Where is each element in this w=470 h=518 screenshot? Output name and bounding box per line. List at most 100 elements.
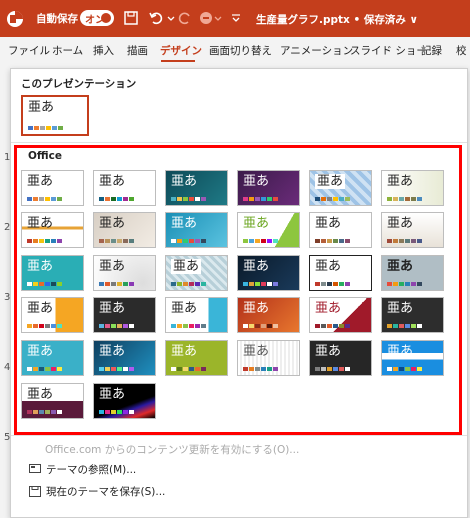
theme-thumb-26[interactable]: 亜あ bbox=[93, 340, 156, 376]
theme-thumb-15[interactable]: 亜あ bbox=[165, 255, 228, 291]
color-swatches bbox=[387, 282, 422, 286]
tab-design[interactable]: デザイン bbox=[160, 43, 202, 58]
theme-thumb-17[interactable]: 亜あ bbox=[309, 255, 372, 291]
tab-draw[interactable]: 描画 bbox=[127, 43, 148, 58]
theme-thumb-21[interactable]: 亜あ bbox=[165, 297, 228, 333]
color-swatches bbox=[243, 282, 278, 286]
toggle-knob bbox=[101, 13, 111, 23]
thumb-text: 亜あ bbox=[99, 344, 126, 359]
divider bbox=[11, 435, 467, 436]
theme-thumb-4[interactable]: 亜あ bbox=[237, 170, 300, 206]
color-swatches bbox=[387, 324, 422, 328]
thumb-text: 亜あ bbox=[27, 344, 54, 359]
theme-thumb-28[interactable]: 亜あ bbox=[237, 340, 300, 376]
thumb-text: 亜あ bbox=[387, 301, 414, 316]
document-title[interactable]: 生産量グラフ.pptx • 保存済み ∨ bbox=[256, 12, 418, 27]
thumb-text: 亜あ bbox=[27, 216, 54, 231]
theme-thumb-24[interactable]: 亜あ bbox=[381, 297, 444, 333]
save-icon[interactable] bbox=[122, 9, 140, 27]
color-swatches bbox=[315, 239, 350, 243]
theme-thumb-12[interactable]: 亜あ bbox=[381, 212, 444, 248]
thumb-text: 亜あ bbox=[243, 301, 270, 316]
thumb-text: 亜あ bbox=[171, 216, 198, 231]
tab-record[interactable]: 記録 bbox=[421, 43, 442, 58]
format-dropdown-icon[interactable] bbox=[213, 9, 223, 27]
thumb-text: 亜あ bbox=[171, 344, 198, 359]
thumb-text: 亜あ bbox=[243, 344, 270, 359]
browse-themes-item[interactable]: テーマの参照(M)... bbox=[29, 462, 136, 477]
theme-thumb-14[interactable]: 亜あ bbox=[93, 255, 156, 291]
undo-dropdown-icon[interactable] bbox=[166, 9, 176, 27]
color-swatches bbox=[27, 239, 62, 243]
theme-thumb-6[interactable]: 亜あ bbox=[381, 170, 444, 206]
thumb-text: 亜あ bbox=[243, 216, 270, 231]
theme-thumb-27[interactable]: 亜あ bbox=[165, 340, 228, 376]
thumb-text: 亜あ bbox=[171, 301, 198, 316]
tab-transitions[interactable]: 画面切り替え bbox=[209, 43, 272, 58]
color-swatches bbox=[315, 197, 350, 201]
color-swatches bbox=[243, 367, 278, 371]
thumb-text: 亜あ bbox=[27, 301, 54, 316]
color-swatches bbox=[171, 324, 206, 328]
thumb-text: 亜あ bbox=[315, 259, 342, 274]
theme-thumb-20[interactable]: 亜あ bbox=[93, 297, 156, 333]
theme-thumb-25[interactable]: 亜あ bbox=[21, 340, 84, 376]
tab-insert[interactable]: 挿入 bbox=[93, 43, 114, 58]
color-swatches bbox=[99, 324, 134, 328]
theme-thumb-office[interactable]: 亜あ bbox=[21, 170, 84, 206]
customize-qat-icon[interactable] bbox=[230, 9, 242, 27]
autosave-toggle[interactable]: オン bbox=[80, 10, 114, 26]
theme-thumb-32[interactable]: 亜あ bbox=[93, 383, 156, 419]
undo-icon[interactable] bbox=[147, 9, 165, 27]
thumb-text: 亜あ bbox=[315, 301, 342, 316]
theme-thumb-18[interactable]: 亜あ bbox=[381, 255, 444, 291]
save-current-theme-item[interactable]: 現在のテーマを保存(S)... bbox=[29, 484, 165, 499]
theme-thumb-7[interactable]: 亜あ bbox=[21, 212, 84, 248]
color-swatches bbox=[171, 367, 206, 371]
thumb-text: 亜あ bbox=[387, 259, 414, 274]
color-swatches bbox=[28, 126, 63, 130]
color-swatches bbox=[99, 197, 134, 201]
tab-review[interactable]: 校 bbox=[456, 43, 467, 58]
thumb-text: 亜あ bbox=[171, 259, 202, 274]
theme-thumb-29[interactable]: 亜あ bbox=[309, 340, 372, 376]
theme-thumb-9[interactable]: 亜あ bbox=[165, 212, 228, 248]
theme-thumb-10[interactable]: 亜あ bbox=[237, 212, 300, 248]
thumb-text: 亜あ bbox=[243, 259, 270, 274]
thumb-text: 亜あ bbox=[243, 174, 270, 189]
browse-themes-icon bbox=[29, 464, 41, 473]
thumb-text: 亜あ bbox=[315, 174, 346, 189]
tab-file[interactable]: ファイル bbox=[8, 43, 50, 58]
theme-thumb-23[interactable]: 亜あ bbox=[309, 297, 372, 333]
theme-thumb-22[interactable]: 亜あ bbox=[237, 297, 300, 333]
thumb-text: 亜あ bbox=[387, 216, 414, 231]
redo-icon[interactable] bbox=[176, 9, 194, 27]
tab-animations[interactable]: アニメーション bbox=[280, 43, 353, 58]
tab-slideshow[interactable]: スライド ショー bbox=[350, 43, 427, 58]
thumb-text: 亜あ bbox=[99, 387, 126, 402]
thumb-text: 亜あ bbox=[27, 174, 54, 189]
theme-gallery-dropdown: このプレゼンテーション 亜あ Office 亜あ 亜あ 亜あ 亜あ 亜あ 亜あ … bbox=[10, 68, 468, 518]
thumb-text: 亜あ bbox=[27, 259, 54, 274]
tab-home[interactable]: ホーム bbox=[52, 43, 83, 58]
theme-thumb-16[interactable]: 亜あ bbox=[237, 255, 300, 291]
color-swatches bbox=[27, 324, 62, 328]
color-swatches bbox=[387, 239, 422, 243]
theme-thumb-current[interactable]: 亜あ bbox=[21, 95, 89, 136]
theme-thumb-office-2[interactable]: 亜あ bbox=[93, 170, 156, 206]
theme-thumb-19[interactable]: 亜あ bbox=[21, 297, 84, 333]
section-office: Office bbox=[28, 150, 62, 162]
theme-thumb-8[interactable]: 亜あ bbox=[93, 212, 156, 248]
theme-thumb-11[interactable]: 亜あ bbox=[309, 212, 372, 248]
thumb-text: 亜あ bbox=[99, 301, 126, 316]
enable-content-updates-item: Office.com からのコンテンツ更新を有効にする(O)... bbox=[45, 444, 300, 456]
color-swatches bbox=[171, 197, 206, 201]
theme-thumb-13[interactable]: 亜あ bbox=[21, 255, 84, 291]
theme-thumb-3[interactable]: 亜あ bbox=[165, 170, 228, 206]
theme-thumb-30[interactable]: 亜あ bbox=[381, 340, 444, 376]
thumb-text: 亜あ bbox=[315, 216, 342, 231]
thumb-text: 亜あ bbox=[387, 174, 414, 189]
thumb-text: 亜あ bbox=[27, 387, 54, 402]
theme-thumb-31[interactable]: 亜あ bbox=[21, 383, 84, 419]
theme-thumb-5[interactable]: 亜あ bbox=[309, 170, 372, 206]
